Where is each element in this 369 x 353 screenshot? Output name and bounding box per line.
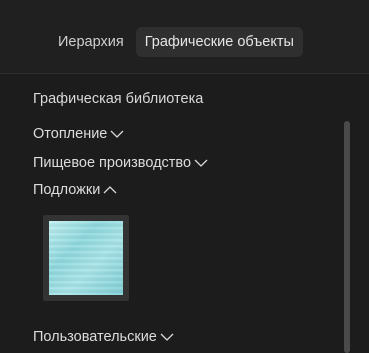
- category-label: Подложки: [33, 182, 101, 198]
- category-label: Пищевое производство: [33, 155, 192, 171]
- thumbnail-image: [49, 221, 123, 295]
- chevron-down-icon: [109, 126, 125, 142]
- background-thumbnail[interactable]: [43, 215, 129, 301]
- category-custom[interactable]: Пользовательские: [33, 329, 175, 345]
- category-heating[interactable]: Отопление: [33, 126, 125, 142]
- category-label: Пользовательские: [33, 329, 157, 345]
- category-food-production[interactable]: Пищевое производство: [33, 155, 209, 171]
- chevron-down-icon: [159, 329, 175, 345]
- tab-group: Иерархия Графические объекты: [52, 27, 303, 57]
- category-backgrounds[interactable]: Подложки: [33, 182, 118, 198]
- chevron-down-icon: [193, 155, 209, 171]
- category-label: Отопление: [33, 126, 108, 142]
- vertical-scrollbar[interactable]: [344, 121, 350, 353]
- tab-graphic-objects[interactable]: Графические объекты: [135, 27, 303, 57]
- tab-bar: Иерархия Графические объекты: [0, 0, 369, 74]
- chevron-up-icon: [102, 182, 118, 198]
- graphics-panel: Иерархия Графические объекты Графическая…: [0, 0, 369, 353]
- library-title: Графическая библиотека: [33, 91, 204, 107]
- tab-hierarchy[interactable]: Иерархия: [52, 27, 130, 57]
